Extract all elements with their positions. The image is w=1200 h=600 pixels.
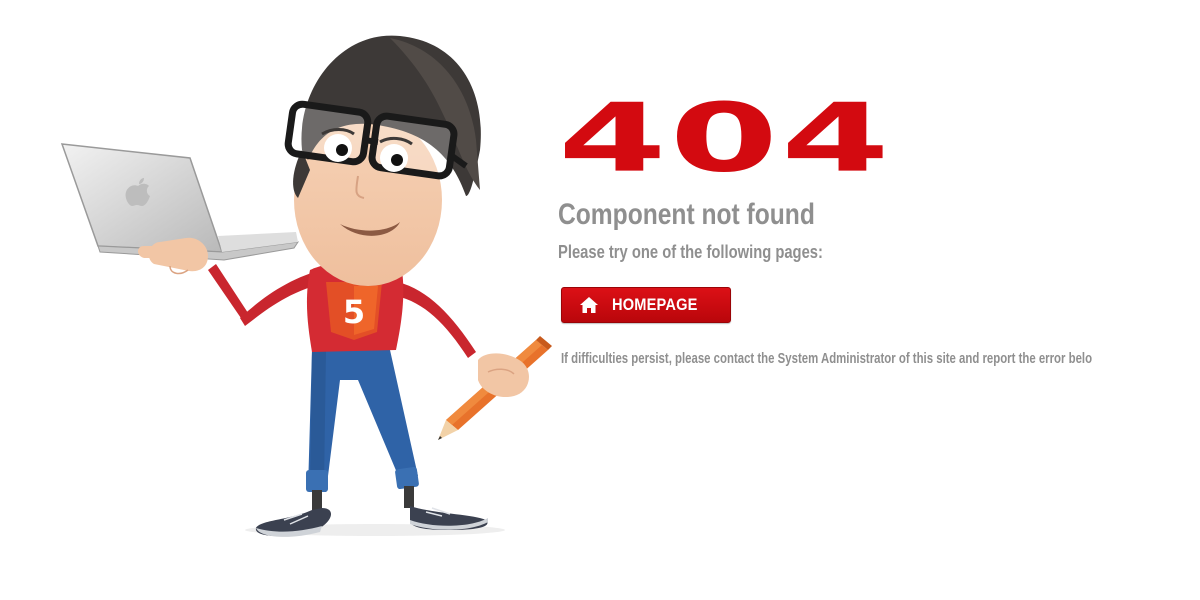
developer-illustration: 5 — [60, 35, 552, 537]
error-page: 5 404 Component not found Please try one… — [0, 0, 1200, 600]
html5-badge: 5 — [326, 282, 382, 340]
homepage-button[interactable]: HOMEPAGE — [561, 287, 731, 323]
legs — [306, 350, 419, 510]
error-footnote: If difficulties persist, please contact … — [561, 350, 1093, 367]
error-title: Component not found — [558, 198, 815, 231]
error-subtitle: Please try one of the following pages: — [558, 242, 823, 262]
error-code: 404 — [558, 82, 893, 194]
error-content: 404 Component not found Please try one o… — [558, 91, 1178, 369]
homepage-button-label: HOMEPAGE — [612, 295, 698, 314]
html5-badge-number: 5 — [343, 293, 365, 331]
home-icon — [580, 297, 598, 313]
